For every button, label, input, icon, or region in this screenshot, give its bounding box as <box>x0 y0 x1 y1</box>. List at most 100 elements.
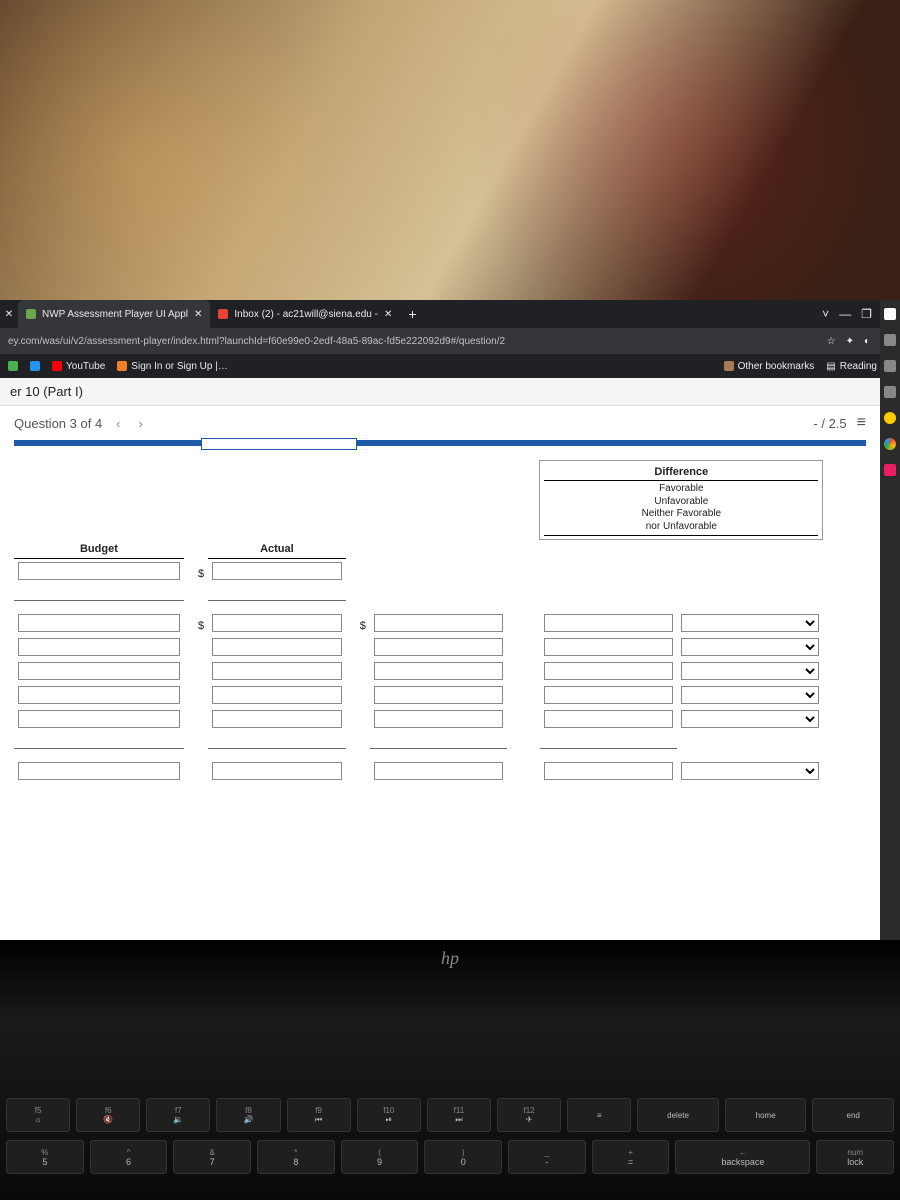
reading-list-icon: ▤ <box>826 361 835 372</box>
actual-input[interactable] <box>212 710 342 728</box>
key[interactable]: (9 <box>341 1140 419 1174</box>
browser-tab-bar: ✕ NWP Assessment Player UI Appl ✕ Inbox … <box>0 300 900 328</box>
close-icon[interactable]: ✕ <box>194 309 202 320</box>
close-icon[interactable]: ✕ <box>384 309 392 320</box>
budget-input[interactable] <box>18 662 180 680</box>
minimize-icon[interactable]: — <box>839 307 851 321</box>
budget-header: Budget <box>14 540 184 559</box>
diff-type-select[interactable] <box>681 638 819 656</box>
actual-input[interactable] <box>212 662 342 680</box>
other-bookmarks-label: Other bookmarks <box>738 361 815 372</box>
key[interactable]: f6🔇 <box>76 1098 140 1132</box>
key[interactable]: numlock <box>816 1140 894 1174</box>
keyboard: f5☼f6🔇f7🔉f8🔊f9⏮f10⏯f11⏭f12✈≡deletehomeen… <box>0 1090 900 1200</box>
new-tab-button[interactable]: + <box>400 306 424 322</box>
diff-amount-input[interactable] <box>374 686 504 704</box>
actual-input[interactable] <box>212 686 342 704</box>
search-icon[interactable] <box>884 334 896 346</box>
diff-amount-input[interactable] <box>374 762 504 780</box>
difference-subheader: Favorable Unfavorable Neither Favorable … <box>544 481 818 536</box>
diff-amount-input[interactable] <box>544 662 674 680</box>
next-question-button[interactable]: › <box>135 416 147 431</box>
bookmark-youtube[interactable]: YouTube <box>52 361 105 372</box>
sidebar-icon[interactable] <box>884 464 896 476</box>
diff-amount-input[interactable] <box>544 762 674 780</box>
key[interactable]: )0 <box>424 1140 502 1174</box>
key[interactable]: ^6 <box>90 1140 168 1174</box>
diff-type-select[interactable] <box>681 614 819 632</box>
chegg-icon <box>117 361 127 371</box>
key[interactable]: f5☼ <box>6 1098 70 1132</box>
tab-inbox[interactable]: Inbox (2) - ac21will@siena.edu - ✕ <box>210 300 400 328</box>
restore-icon[interactable]: ❐ <box>861 307 872 321</box>
diff-amount-input[interactable] <box>544 686 674 704</box>
key[interactable]: home <box>725 1098 807 1132</box>
profile-icon[interactable]: ◐ <box>864 336 870 347</box>
sidebar-icon[interactable] <box>884 386 896 398</box>
budget-input[interactable] <box>18 686 180 704</box>
budget-input[interactable] <box>18 710 180 728</box>
worksheet: Difference Favorable Unfavorable Neither… <box>0 446 880 803</box>
diff-amount-input[interactable] <box>374 710 504 728</box>
key[interactable]: delete <box>637 1098 719 1132</box>
other-bookmarks[interactable]: Other bookmarks <box>724 361 815 372</box>
actual-input[interactable] <box>212 562 342 580</box>
sidebar-icon[interactable] <box>884 308 896 320</box>
url-field[interactable]: ey.com/was/ui/v2/assessment-player/index… <box>0 336 817 347</box>
bookmark-item[interactable] <box>30 361 40 371</box>
diff-type-select[interactable] <box>681 662 819 680</box>
diff-type-select[interactable] <box>681 762 819 780</box>
budget-input[interactable] <box>18 614 180 632</box>
diff-type-select[interactable] <box>681 686 819 704</box>
actual-input[interactable] <box>212 762 342 780</box>
actual-input[interactable] <box>212 614 342 632</box>
page-content: er 10 (Part I) Question 3 of 4 ‹ › - / 2… <box>0 378 880 940</box>
diff-amount-input[interactable] <box>544 638 674 656</box>
prev-question-button[interactable]: ‹ <box>112 416 124 431</box>
key[interactable]: f11⏭ <box>427 1098 491 1132</box>
budget-input[interactable] <box>18 762 180 780</box>
key[interactable]: end <box>812 1098 894 1132</box>
tab-nwp[interactable]: NWP Assessment Player UI Appl ✕ <box>18 300 210 328</box>
variance-table: Difference Favorable Unfavorable Neither… <box>14 460 823 783</box>
sidebar-icon[interactable] <box>884 360 896 372</box>
diff-amount-input[interactable] <box>374 614 504 632</box>
actual-input[interactable] <box>212 638 342 656</box>
edge-sidebar <box>880 300 900 940</box>
dollar-sign: $ <box>346 611 370 635</box>
key[interactable]: *8 <box>257 1140 335 1174</box>
key[interactable]: %5 <box>6 1140 84 1174</box>
youtube-icon <box>52 361 62 371</box>
diff-amount-input[interactable] <box>374 662 504 680</box>
key[interactable]: f7🔉 <box>146 1098 210 1132</box>
diff-amount-input[interactable] <box>544 710 674 728</box>
chevron-down-icon[interactable]: ˅ <box>822 307 829 321</box>
key[interactable]: += <box>592 1140 670 1174</box>
chrome-icon[interactable] <box>884 438 896 450</box>
dollar-sign: $ <box>184 558 208 583</box>
budget-input[interactable] <box>18 638 180 656</box>
actual-header: Actual <box>208 540 346 559</box>
diff-type-select[interactable] <box>681 710 819 728</box>
key[interactable]: &7 <box>173 1140 251 1174</box>
key[interactable]: _- <box>508 1140 586 1174</box>
bookmark-signin[interactable]: Sign In or Sign Up |… <box>117 361 228 372</box>
key[interactable]: ←backspace <box>675 1140 810 1174</box>
budget-input[interactable] <box>18 562 180 580</box>
diff-amount-input[interactable] <box>374 638 504 656</box>
tab-label: Inbox (2) - ac21will@siena.edu - <box>234 309 378 320</box>
star-icon[interactable]: ☆ <box>827 336 836 347</box>
extensions-icon[interactable]: ✦ <box>846 336 854 347</box>
key[interactable]: f12✈ <box>497 1098 561 1132</box>
progress-bar <box>14 440 866 446</box>
question-list-icon[interactable]: ≡ <box>857 414 866 432</box>
sidebar-icon[interactable] <box>884 412 896 424</box>
key[interactable]: f9⏮ <box>287 1098 351 1132</box>
diff-amount-input[interactable] <box>544 614 674 632</box>
key[interactable]: f8🔊 <box>216 1098 280 1132</box>
close-tab-icon[interactable]: ✕ <box>0 309 18 320</box>
key[interactable]: ≡ <box>567 1098 631 1132</box>
key[interactable]: f10⏯ <box>357 1098 421 1132</box>
dollar-sign: $ <box>184 611 208 635</box>
bookmark-item[interactable] <box>8 361 18 371</box>
